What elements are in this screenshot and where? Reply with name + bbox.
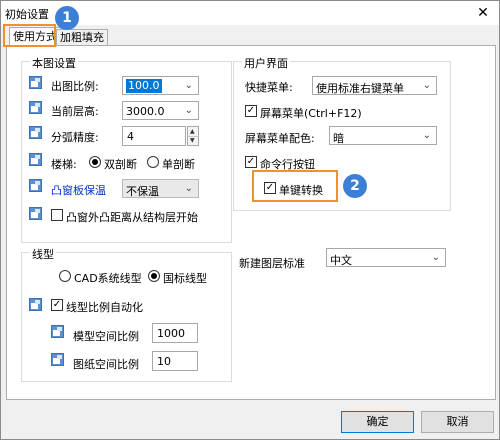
stair-icon — [29, 153, 42, 166]
bay-offset-checkbox[interactable] — [51, 209, 63, 221]
stair-double-radio[interactable] — [89, 156, 101, 168]
bay-insulation-combo[interactable]: 不保温 ⌄ — [122, 179, 199, 198]
shortcut-menu-combo[interactable]: 使用标准右键菜单 ⌄ — [312, 76, 437, 95]
chevron-down-icon: ⌄ — [184, 80, 193, 91]
menu-color-combo[interactable]: 暗 ⌄ — [329, 126, 437, 145]
height-combo[interactable]: 3000.0 ⌄ — [122, 101, 199, 120]
model-space-label: 模型空间比例 — [73, 330, 139, 343]
window-title: 初始设置 — [5, 8, 49, 21]
screen-menu-label[interactable]: 屏幕菜单(Ctrl+F12) — [260, 105, 362, 121]
bay-window-icon — [29, 179, 42, 192]
native-linetype-label[interactable]: 国标线型 — [163, 270, 207, 286]
layer-standard-combo[interactable]: 中文 ⌄ — [326, 248, 446, 267]
layer-standard-value: 中文 — [330, 254, 352, 267]
chevron-down-icon: ⌄ — [184, 183, 193, 194]
model-space-input[interactable]: 1000 — [152, 323, 198, 343]
stair-label: 楼梯: — [51, 158, 77, 171]
scale-icon — [29, 76, 42, 89]
height-value: 3000.0 — [126, 105, 165, 118]
linetype-auto-label[interactable]: 线型比例自动化 — [66, 299, 143, 315]
menu-color-value: 暗 — [333, 132, 344, 145]
linetype-auto-icon — [29, 298, 42, 311]
stair-single-radio[interactable] — [147, 156, 159, 168]
highlight-usage-tab — [3, 24, 56, 47]
stair-single-label[interactable]: 单剖断 — [162, 156, 195, 172]
arc-input[interactable]: 4 — [122, 126, 186, 146]
scale-value: 100.0 — [126, 79, 162, 93]
native-linetype-radio[interactable] — [148, 270, 160, 282]
ok-button[interactable]: 确定 — [341, 411, 414, 433]
cad-linetype-radio[interactable] — [59, 270, 71, 282]
model-space-icon — [51, 325, 64, 338]
tab-thicken[interactable]: 加粗填充 — [56, 29, 108, 46]
shortcut-menu-value: 使用标准右键菜单 — [316, 82, 404, 95]
scale-combo[interactable]: 100.0 ⌄ — [122, 76, 199, 95]
arc-label: 分弧精度: — [51, 131, 99, 144]
paper-space-input[interactable]: 10 — [152, 351, 198, 371]
group-title-linetype: 线型 — [30, 246, 56, 262]
settings-dialog: 初始设置 ✕ 使用方式 加粗填充 本图设置 出图比例: 100.0 ⌄ 当前层高… — [0, 0, 500, 440]
chevron-down-icon: ⌄ — [431, 252, 440, 263]
chevron-down-icon: ⌄ — [422, 80, 431, 91]
shortcut-menu-label: 快捷菜单: — [245, 81, 293, 94]
spin-up-icon[interactable]: ▲ — [190, 128, 195, 135]
group-title-ui: 用户界面 — [242, 55, 290, 71]
height-label: 当前层高: — [51, 105, 99, 118]
arc-icon — [29, 126, 42, 139]
tab-page: 本图设置 出图比例: 100.0 ⌄ 当前层高: 3000.0 ⌄ 分弧精度: … — [6, 45, 496, 400]
screen-menu-checkbox[interactable]: ✓ — [245, 105, 257, 117]
paper-space-label: 图纸空间比例 — [73, 358, 139, 371]
highlight-single-key — [252, 170, 338, 202]
bay-insulation-link[interactable]: 凸窗板保温 — [51, 182, 106, 198]
chevron-down-icon: ⌄ — [184, 105, 193, 116]
stair-double-label[interactable]: 双剖断 — [104, 156, 137, 172]
bay-insulation-value: 不保温 — [126, 185, 159, 198]
scale-label: 出图比例: — [51, 80, 99, 93]
menu-color-label: 屏幕菜单配色: — [245, 132, 315, 145]
paper-space-value: 10 — [157, 355, 171, 368]
paper-space-icon — [51, 353, 64, 366]
bay-offset-icon — [29, 207, 42, 220]
linetype-auto-checkbox[interactable]: ✓ — [51, 299, 63, 311]
command-button-checkbox[interactable]: ✓ — [245, 156, 257, 168]
close-icon[interactable]: ✕ — [471, 2, 495, 24]
arc-value: 4 — [127, 130, 134, 143]
cancel-button[interactable]: 取消 — [421, 411, 494, 433]
bay-offset-label[interactable]: 凸窗外凸距离从结构层开始 — [66, 209, 198, 225]
spin-down-icon[interactable]: ▼ — [190, 137, 195, 144]
step-badge-1: 1 — [55, 6, 79, 30]
group-title-local: 本图设置 — [30, 55, 78, 71]
step-badge-2: 2 — [343, 174, 367, 198]
model-space-value: 1000 — [157, 327, 185, 340]
height-icon — [29, 101, 42, 114]
cad-linetype-label[interactable]: CAD系统线型 — [74, 270, 142, 286]
layer-standard-label: 新建图层标准 — [239, 257, 305, 270]
chevron-down-icon: ⌄ — [422, 130, 431, 141]
arc-spinner[interactable]: ▲ ▼ — [187, 126, 199, 146]
